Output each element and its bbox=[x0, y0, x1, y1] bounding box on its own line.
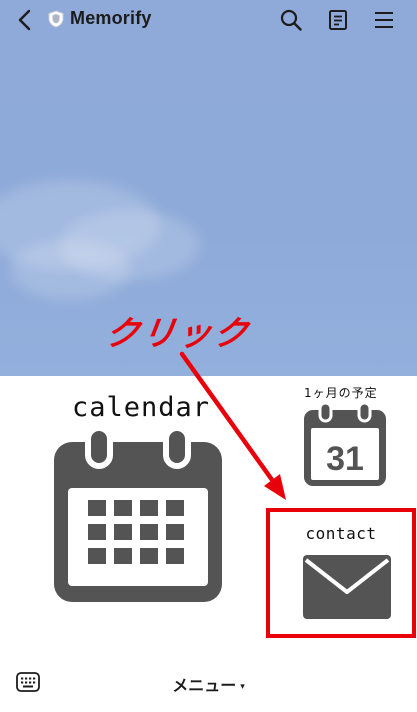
calendar-label: calendar bbox=[72, 392, 211, 423]
contact-button[interactable]: contact bbox=[266, 508, 416, 638]
search-icon[interactable] bbox=[279, 8, 303, 32]
note-icon[interactable] bbox=[326, 8, 350, 32]
chat-header: Memorify bbox=[0, 0, 417, 40]
menu-toggle-button[interactable]: メニュー ▾ bbox=[0, 672, 417, 696]
chevron-left-icon[interactable] bbox=[14, 8, 36, 32]
calendar-31-icon[interactable]: 31 bbox=[302, 402, 388, 488]
envelope-icon bbox=[303, 555, 391, 619]
bottom-bar: メニュー ▾ bbox=[0, 646, 417, 712]
calendar-day-number: 31 bbox=[326, 440, 364, 478]
contact-label: contact bbox=[305, 524, 377, 543]
shield-icon bbox=[48, 10, 64, 28]
chevron-down-icon: ▾ bbox=[240, 681, 245, 692]
page-title: Memorify bbox=[70, 8, 152, 28]
hamburger-menu-icon[interactable] bbox=[372, 8, 396, 32]
click-annotation: クリック bbox=[102, 314, 253, 354]
monthly-plan-label: 1ヶ月の予定 bbox=[304, 386, 378, 400]
menu-toggle-label: メニュー bbox=[172, 676, 237, 695]
calendar-icon[interactable] bbox=[52, 428, 224, 604]
